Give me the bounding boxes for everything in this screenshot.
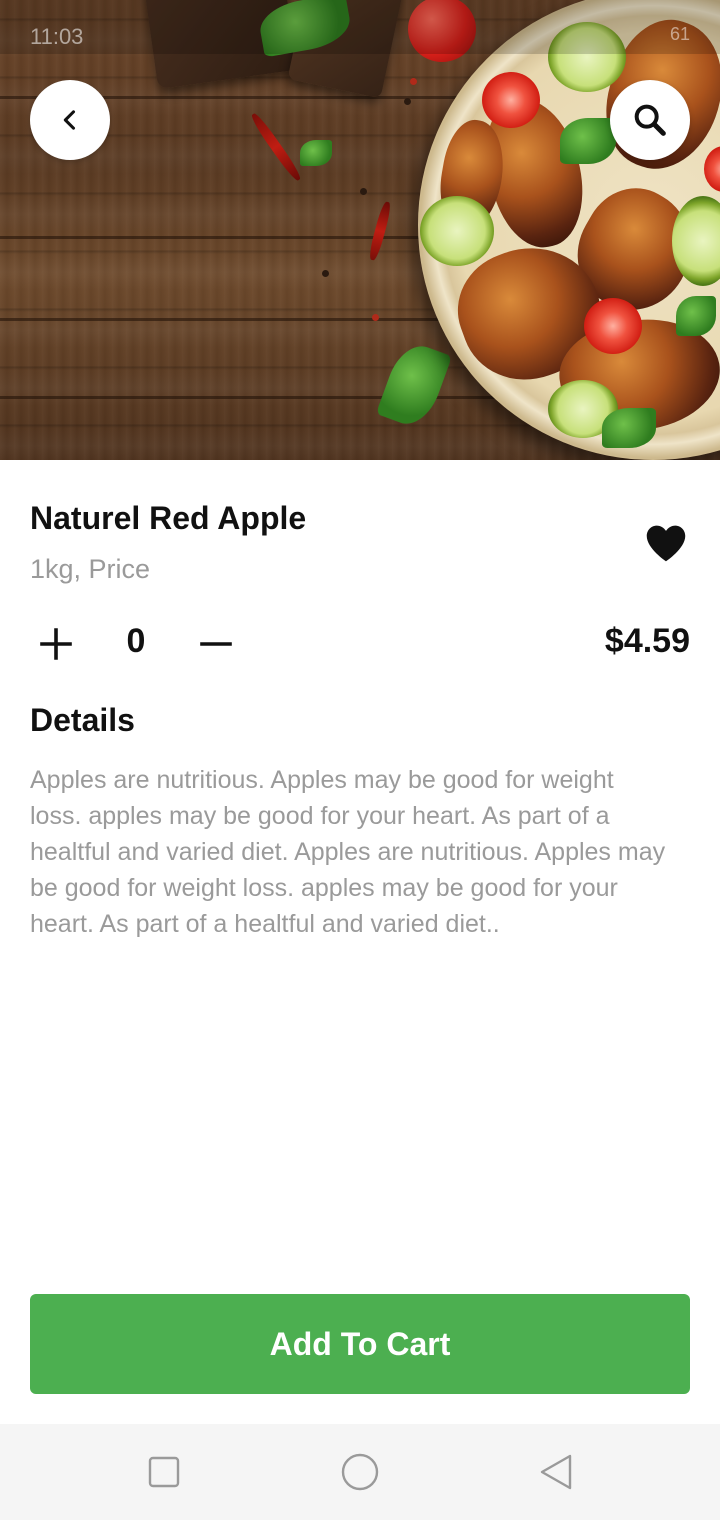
decrease-quantity-button[interactable] (196, 624, 236, 664)
lime-slice (420, 196, 494, 266)
parsley (676, 296, 716, 336)
peppercorn (360, 188, 367, 195)
battery-level: 61 (669, 24, 690, 44)
product-price: $4.59 (604, 622, 690, 660)
triangle-back-icon (540, 1454, 572, 1490)
plus-icon (40, 628, 72, 660)
product-title: Naturel Red Apple (30, 500, 307, 536)
status-time: 11:03 (30, 24, 84, 49)
status-bar: 11:03 61 (0, 0, 720, 54)
search-icon (634, 104, 666, 136)
product-unit-label: 1kg, Price (30, 554, 151, 584)
system-navigation-bar (0, 1424, 720, 1520)
circle-icon (341, 1453, 379, 1491)
peppercorn (410, 78, 417, 85)
tomato-slice (482, 72, 540, 128)
parsley (300, 140, 332, 166)
home-button[interactable] (340, 1452, 380, 1492)
parsley (375, 338, 453, 432)
chevron-left-icon (63, 110, 76, 130)
increase-quantity-button[interactable] (36, 624, 76, 664)
quantity-value: 0 (126, 622, 146, 660)
chili-pepper (367, 200, 393, 262)
product-hero-image (0, 0, 720, 460)
tomato-slice (584, 298, 642, 354)
details-text: Apples are nutritious. Apples may be goo… (30, 766, 666, 938)
search-button[interactable] (610, 80, 690, 160)
parsley (602, 408, 656, 448)
peppercorn (372, 314, 379, 321)
system-back-button[interactable] (536, 1452, 576, 1492)
chili-pepper (248, 111, 304, 183)
minus-icon (200, 642, 232, 646)
peppercorn (404, 98, 411, 105)
add-to-cart-button[interactable]: Add To Cart (30, 1294, 690, 1394)
recent-apps-button[interactable] (144, 1452, 184, 1492)
square-icon (148, 1456, 180, 1488)
heart-icon (646, 525, 686, 562)
peppercorn (322, 270, 329, 277)
details-heading: Details (30, 702, 135, 738)
favorite-button[interactable] (644, 522, 688, 564)
back-button[interactable] (30, 80, 110, 160)
parsley (560, 118, 616, 164)
